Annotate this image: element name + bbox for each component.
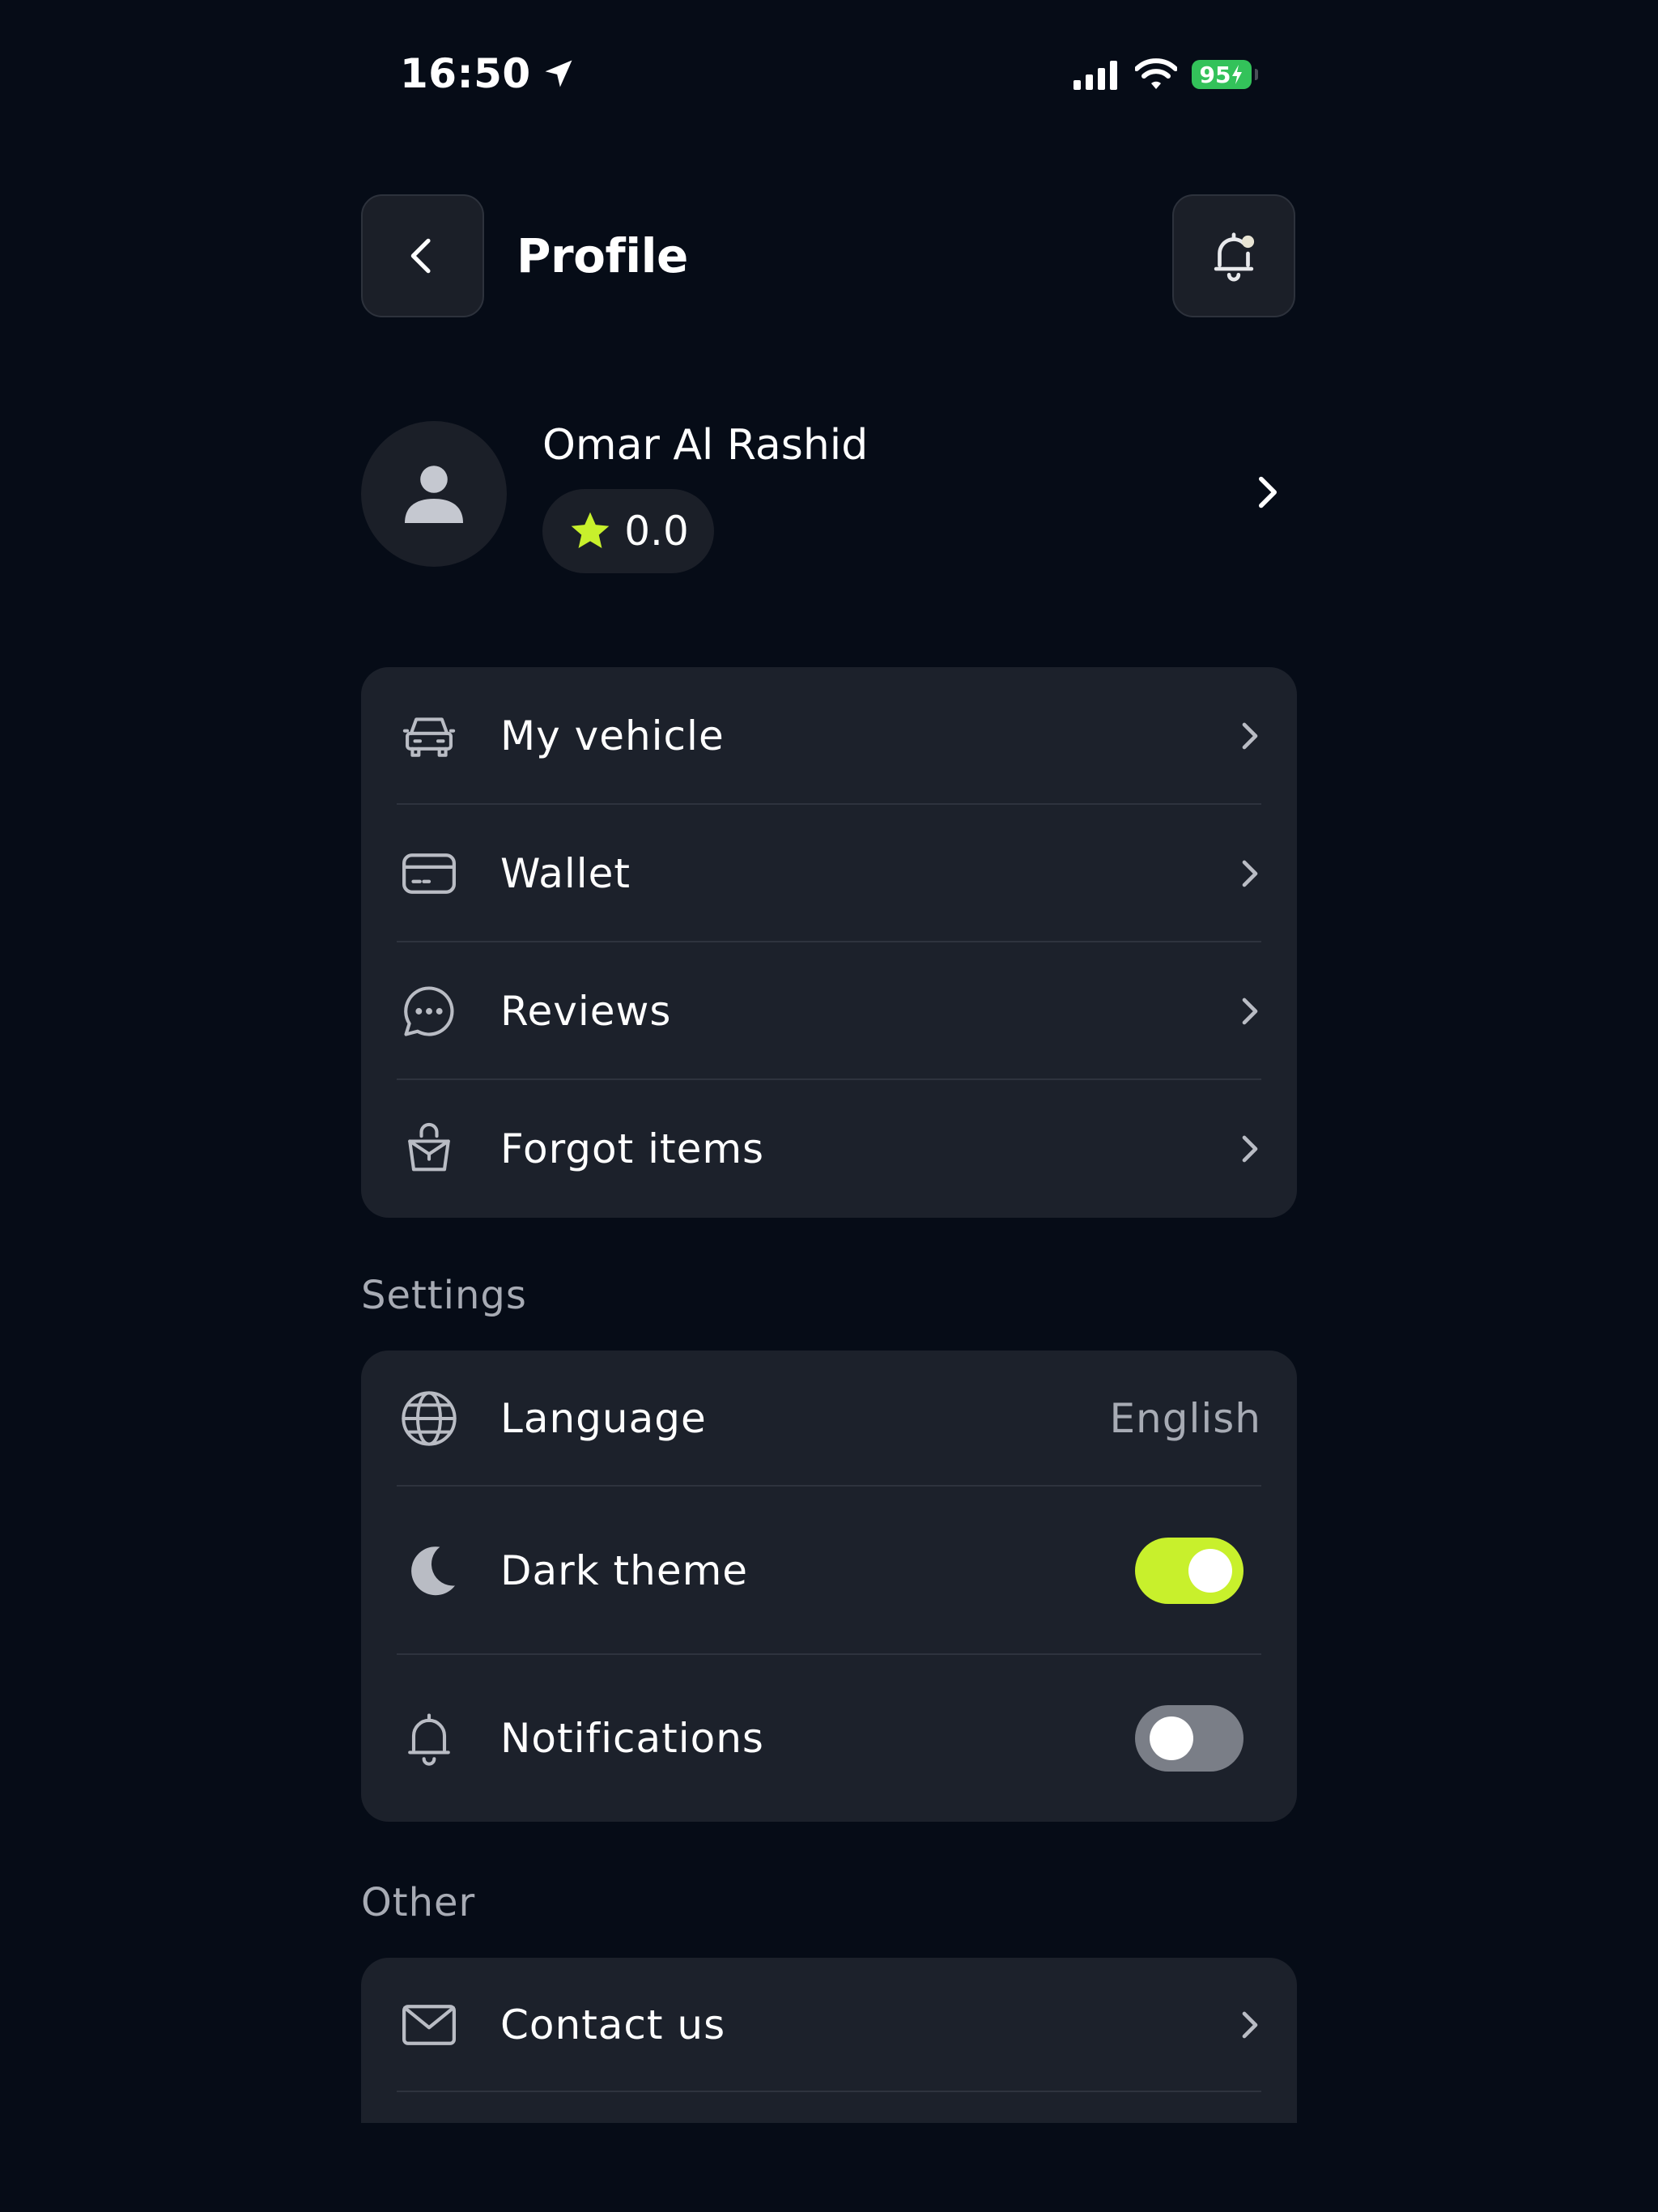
chevron-left-icon	[410, 238, 431, 274]
menu-item-contact-us[interactable]: Contact us	[361, 1958, 1297, 2092]
mail-icon	[397, 1993, 461, 2057]
settings-item-language[interactable]: Language English	[361, 1351, 1297, 1487]
notifications-button[interactable]	[1172, 194, 1295, 317]
settings-item-label: Notifications	[500, 1715, 764, 1762]
language-value: English	[1109, 1395, 1261, 1442]
chevron-right-icon	[1239, 857, 1261, 890]
globe-icon	[397, 1386, 461, 1451]
avatar[interactable]	[361, 421, 507, 567]
location-arrow-icon	[545, 60, 572, 87]
settings-item-notifications: Notifications	[361, 1655, 1297, 1822]
menu-item-label: Reviews	[500, 988, 672, 1035]
star-icon	[571, 512, 610, 548]
moon-icon	[397, 1538, 461, 1603]
rating-value: 0.0	[624, 508, 689, 555]
account-menu-card: My vehicle Wallet Reviews Forgot items	[361, 667, 1297, 1218]
other-section-label: Other	[361, 1880, 476, 1925]
chevron-right-icon	[1239, 720, 1261, 752]
car-icon	[397, 704, 461, 768]
menu-item-reviews[interactable]: Reviews	[361, 942, 1297, 1080]
bell-icon	[397, 1706, 461, 1771]
other-card: Contact us	[361, 1958, 1297, 2123]
menu-item-label: My vehicle	[500, 713, 725, 759]
notifications-toggle[interactable]	[1135, 1705, 1244, 1772]
settings-item-label: Language	[500, 1395, 707, 1442]
profile-name[interactable]: Omar Al Rashid	[542, 421, 868, 470]
settings-item-dark-theme: Dark theme	[361, 1487, 1297, 1655]
menu-item-my-vehicle[interactable]: My vehicle	[361, 667, 1297, 805]
status-time-text: 16:50	[400, 50, 531, 97]
settings-card: Language English Dark theme Notification…	[361, 1351, 1297, 1822]
cellular-signal-icon	[1073, 61, 1117, 90]
status-time: 16:50	[400, 50, 576, 97]
chat-icon	[397, 979, 461, 1044]
status-indicators: 95	[1072, 58, 1258, 91]
page-title: Profile	[517, 228, 688, 283]
toggle-knob	[1188, 1549, 1232, 1593]
chevron-right-icon	[1239, 1133, 1261, 1165]
menu-item-label: Wallet	[500, 850, 631, 897]
battery-indicator: 95	[1192, 60, 1258, 89]
row-divider	[397, 2091, 1261, 2092]
chevron-right-icon	[1239, 2009, 1261, 2041]
menu-item-label: Contact us	[500, 2001, 726, 2048]
card-icon	[397, 841, 461, 906]
toggle-knob	[1150, 1716, 1193, 1760]
bell-with-dot-icon	[1214, 232, 1255, 282]
menu-item-wallet[interactable]: Wallet	[361, 805, 1297, 942]
bag-icon	[397, 1117, 461, 1181]
settings-section-label: Settings	[361, 1273, 527, 1318]
profile-open-button[interactable]	[1253, 474, 1282, 513]
wifi-icon	[1135, 58, 1177, 89]
chevron-right-icon	[1259, 476, 1277, 508]
menu-item-label: Forgot items	[500, 1125, 765, 1172]
dark-theme-toggle[interactable]	[1135, 1538, 1244, 1604]
settings-item-label: Dark theme	[500, 1547, 749, 1594]
rating-badge: 0.0	[542, 489, 714, 573]
back-button[interactable]	[361, 194, 484, 317]
user-icon	[405, 466, 463, 523]
menu-item-forgot-items[interactable]: Forgot items	[361, 1080, 1297, 1218]
chevron-right-icon	[1239, 995, 1261, 1027]
charging-bolt-icon	[1232, 65, 1243, 84]
battery-level: 95	[1199, 61, 1231, 88]
